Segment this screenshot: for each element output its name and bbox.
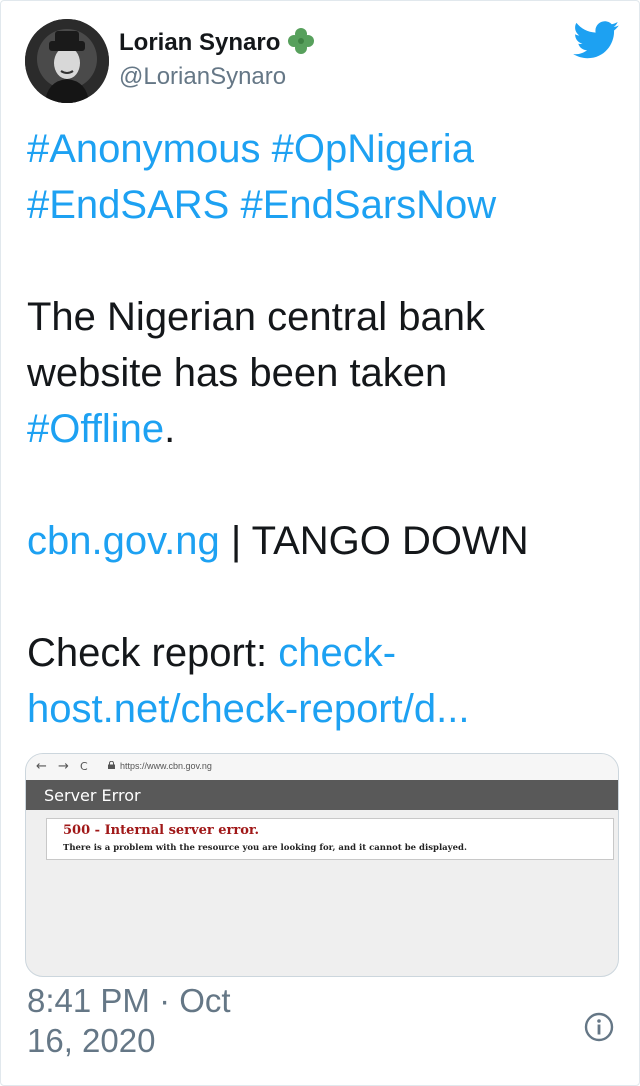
body-line: The Nigerian central bank xyxy=(27,295,486,339)
hashtag-link[interactable]: #EndSARS xyxy=(27,183,229,227)
hashtag-link[interactable]: #Offline xyxy=(27,407,164,451)
twitter-bird-icon[interactable] xyxy=(573,21,619,59)
hashtag-link[interactable]: #EndSarsNow xyxy=(240,183,496,227)
hashtags-line-1: #Anonymous #OpNigeria xyxy=(27,121,607,177)
avatar[interactable] xyxy=(25,19,109,103)
tweet-timestamp[interactable]: 8:41 PM · Oct 16, 2020 xyxy=(27,981,327,1061)
report-line: Check report: check- xyxy=(27,625,607,681)
error-box: 500 - Internal server error. There is a … xyxy=(46,818,614,860)
report-link[interactable]: check- xyxy=(278,631,396,675)
back-arrow-icon: ← xyxy=(36,759,47,774)
report-link[interactable]: host.net/check-report/d... xyxy=(27,687,469,731)
report-line: host.net/check-report/d... xyxy=(27,681,607,737)
site-link[interactable]: cbn.gov.ng xyxy=(27,519,220,563)
browser-bar: ← → C https://www.cbn.gov.ng xyxy=(26,754,618,780)
author-handle[interactable]: @LorianSynaro xyxy=(119,63,286,91)
lock-icon xyxy=(108,761,115,769)
timestamp-line: 8:41 PM · Oct xyxy=(27,982,231,1019)
info-icon[interactable] xyxy=(583,1011,615,1043)
body-line: website has been taken xyxy=(27,351,448,395)
tweet-card: Lorian Synaro @LorianSynaro #Anonymous #… xyxy=(0,0,640,1086)
author-name[interactable]: Lorian Synaro xyxy=(119,29,280,57)
period: . xyxy=(164,407,176,451)
site-line: cbn.gov.ng | TANGO DOWN xyxy=(27,513,607,569)
timestamp-line: 16, 2020 xyxy=(27,1022,156,1059)
error-title: Server Error xyxy=(44,786,141,805)
browser-url: https://www.cbn.gov.ng xyxy=(120,761,212,771)
reload-icon: C xyxy=(80,760,88,773)
error-message: There is a problem with the resource you… xyxy=(63,843,467,853)
body-line: #Offline. xyxy=(27,401,607,457)
site-status: | TANGO DOWN xyxy=(219,519,529,563)
forward-arrow-icon: → xyxy=(58,759,69,774)
shamrock-icon xyxy=(288,28,314,54)
tweet-text: #Anonymous #OpNigeria #EndSARS #EndSarsN… xyxy=(27,121,607,737)
hashtags-line-2: #EndSARS #EndSarsNow xyxy=(27,177,607,233)
media-screenshot[interactable]: ← → C https://www.cbn.gov.ng Server Erro… xyxy=(25,753,619,977)
hashtag-link[interactable]: #OpNigeria xyxy=(272,127,474,171)
error-header: Server Error xyxy=(26,780,618,810)
error-code: 500 - Internal server error. xyxy=(63,823,260,838)
report-label: Check report: xyxy=(27,631,279,675)
hashtag-link[interactable]: #Anonymous xyxy=(27,127,260,171)
